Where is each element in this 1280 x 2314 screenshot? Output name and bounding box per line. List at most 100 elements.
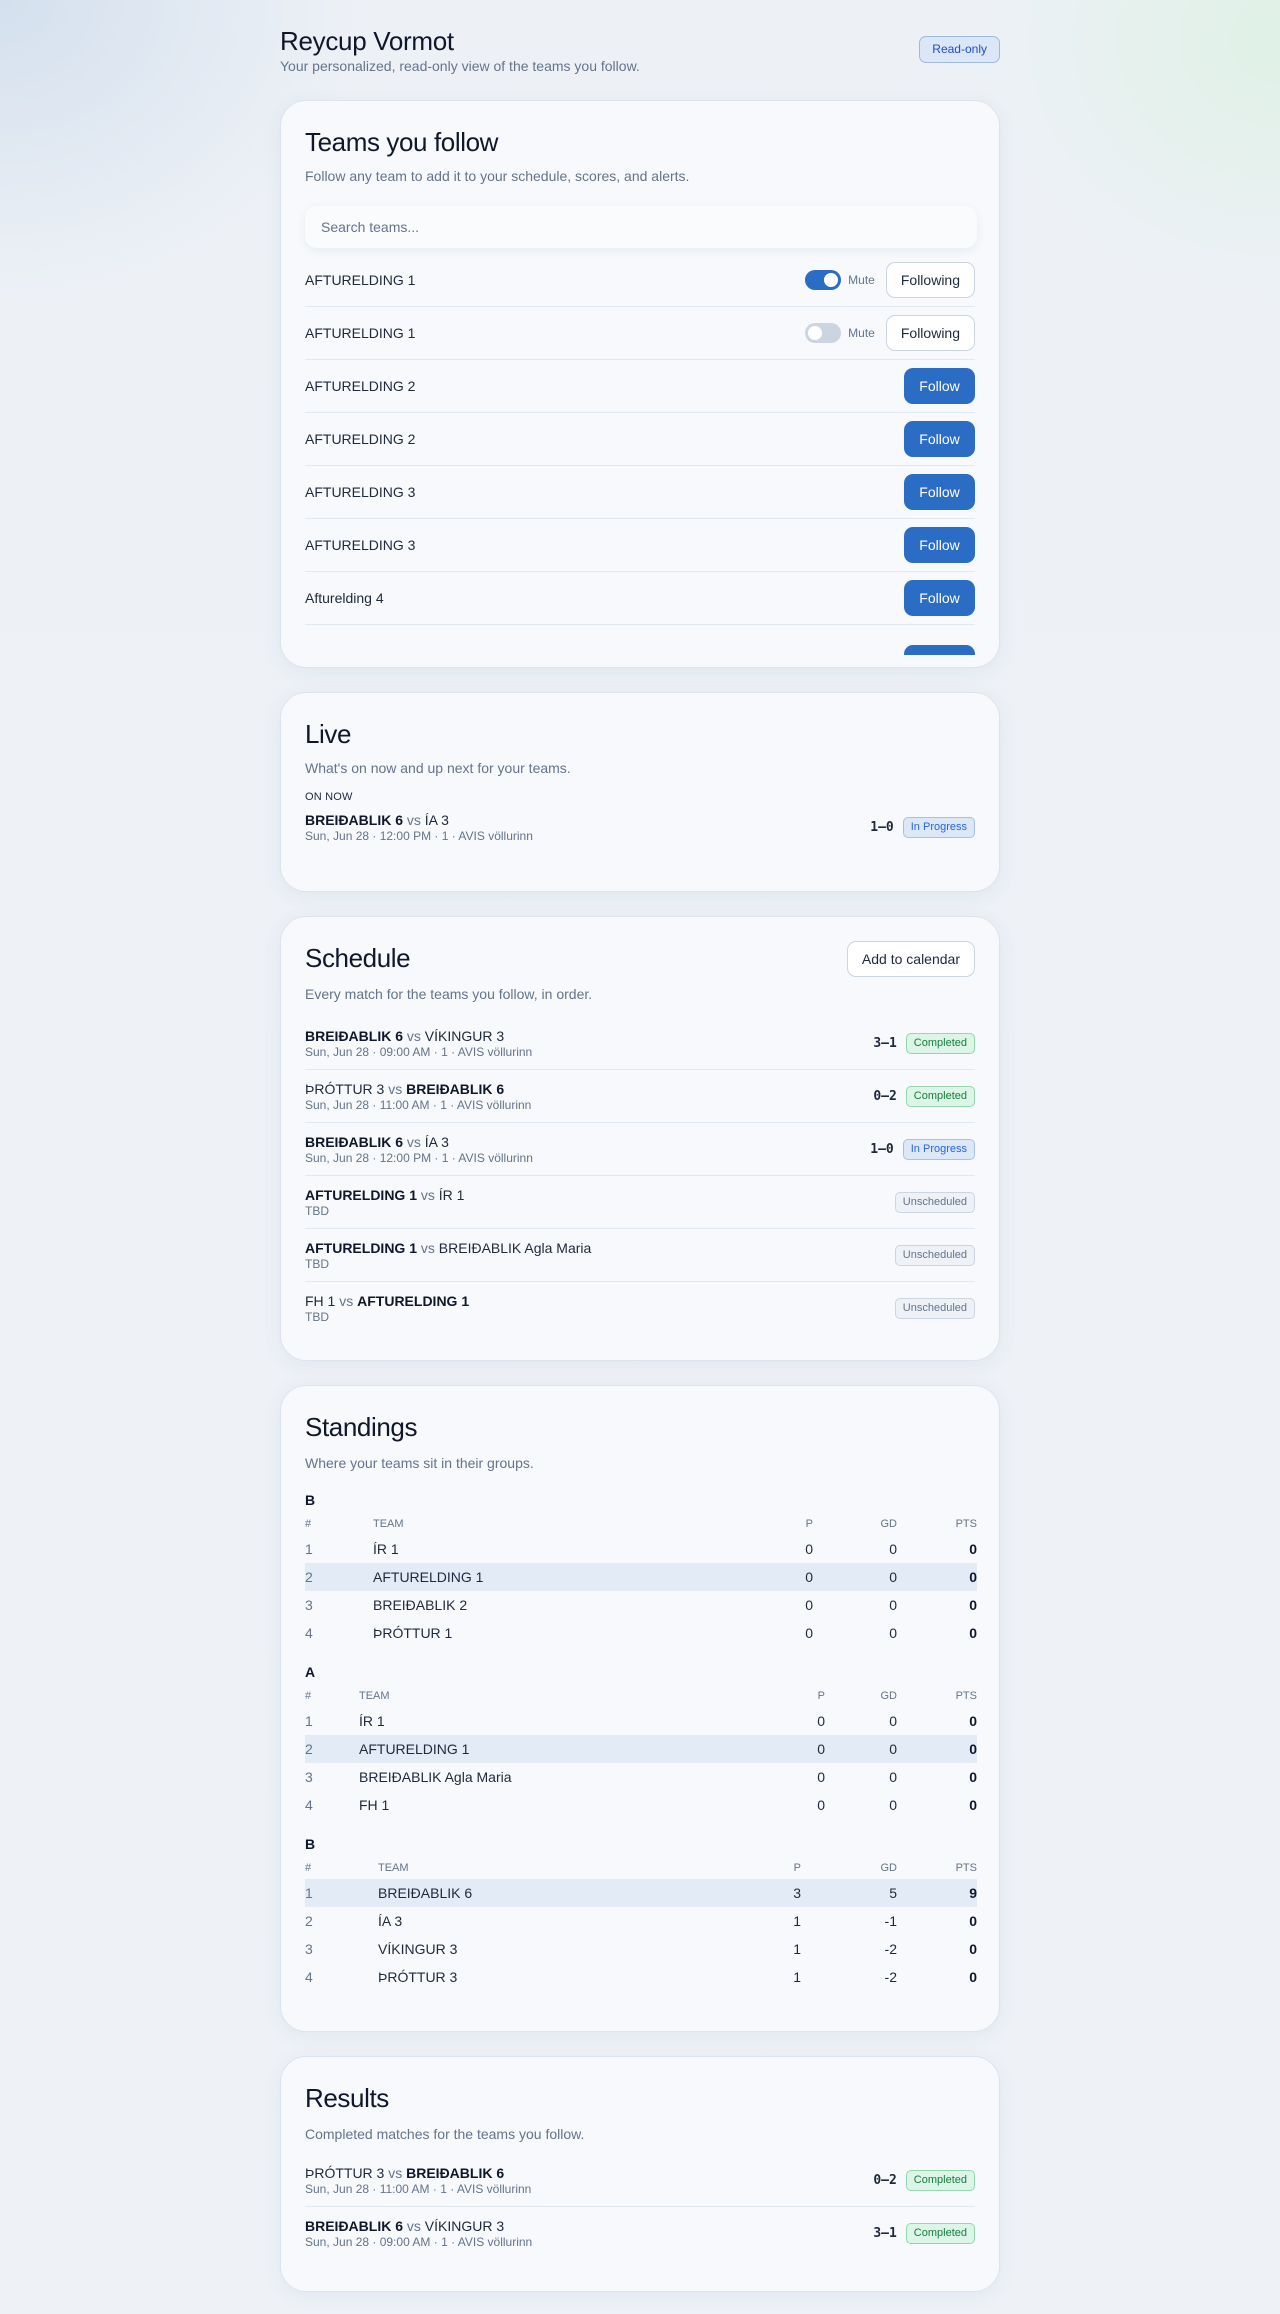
away-team: BREIÐABLIK 6 <box>406 1080 505 1097</box>
cell-rank: 2 <box>305 1913 313 1929</box>
group-name: B <box>305 1492 316 1508</box>
cell-team: ÍR 1 <box>373 1541 399 1557</box>
cell-gd: 0 <box>889 1597 897 1613</box>
cell-pts: 0 <box>969 1625 977 1641</box>
status-badge: Unscheduled <box>894 1244 975 1266</box>
cell-rank: 1 <box>305 1541 313 1557</box>
table-row: 1 ÍR 1 0 0 0 <box>305 1535 977 1563</box>
match-score: 1–0 <box>870 1141 894 1157</box>
cell-team: VÍKINGUR 3 <box>378 1941 458 1957</box>
cell-p: 0 <box>817 1797 825 1813</box>
table-row: 4 ÞRÓTTUR 3 1 -2 0 <box>305 1963 977 1991</box>
cell-pts: 0 <box>897 1735 977 1763</box>
match-meta: Sun, Jun 28 · 12:00 PM · 1 · AVIS völlur… <box>305 828 533 843</box>
away-team: ÍA 3 <box>424 1133 449 1150</box>
col-p: P <box>793 1862 801 1874</box>
results-subtitle: Completed matches for the teams you foll… <box>305 2126 585 2142</box>
cell-gd: 0 <box>889 1713 897 1729</box>
away-team: AFTURELDING 1 <box>357 1293 470 1309</box>
cell-p: 0 <box>753 1563 813 1591</box>
group-name: B <box>305 1836 316 1852</box>
result-row[interactable]: BREIÐABLIK 6 vs VÍKINGUR 3 Sun, Jun 28 ·… <box>305 2207 975 2260</box>
team-list[interactable]: AFTURELDING 1 Mute Following AFTURELDING… <box>305 254 975 655</box>
follow-button-clipped[interactable] <box>904 645 975 655</box>
cell-p: 0 <box>817 1769 825 1785</box>
table-row: 3 BREIÐABLIK 2 0 0 0 <box>305 1591 977 1619</box>
match-row[interactable]: FH 1 vs AFTURELDING 1 TBD Unscheduled <box>305 1282 975 1335</box>
col-pts: PTS <box>955 1862 977 1874</box>
cell-team: ÍA 3 <box>378 1913 403 1929</box>
following-button[interactable]: Following <box>885 262 975 298</box>
match-teams: BREIÐABLIK 6 vs VÍKINGUR 3 <box>305 1027 873 1045</box>
vs-text: vs <box>406 1133 421 1150</box>
read-only-badge: Read-only <box>919 36 1000 63</box>
search-input[interactable] <box>305 206 977 248</box>
col-pts: PTS <box>955 1690 977 1702</box>
vs-text: vs <box>406 1027 421 1044</box>
follow-button[interactable]: Follow <box>904 368 975 404</box>
match-row[interactable]: ÞRÓTTUR 3 vs BREIÐABLIK 6 Sun, Jun 28 · … <box>305 1070 975 1123</box>
team-row: AFTURELDING 1 Mute Following <box>305 307 975 360</box>
col-p: P <box>817 1690 825 1702</box>
vs-text: vs <box>420 1239 435 1256</box>
table-row: 4 FH 1 0 0 0 <box>305 1791 977 1819</box>
match-row[interactable]: BREIÐABLIK 6 vs VÍKINGUR 3 Sun, Jun 28 ·… <box>305 1017 975 1070</box>
status-badge: Completed <box>905 1085 975 1107</box>
match-row[interactable]: AFTURELDING 1 vs BREIÐABLIK Agla Maria T… <box>305 1229 975 1282</box>
cell-rank: 2 <box>305 1735 359 1763</box>
add-to-calendar-button[interactable]: Add to calendar <box>846 941 975 977</box>
standings-card: Standings Where your teams sit in their … <box>280 1385 1000 2032</box>
mute-toggle[interactable] <box>805 270 842 290</box>
follow-button[interactable]: Follow <box>904 421 975 457</box>
mute-label: Mute <box>848 273 875 287</box>
live-match-row[interactable]: BREIÐABLIK 6 vs ÍA 3 Sun, Jun 28 · 12:00… <box>305 803 975 851</box>
status-badge: Unscheduled <box>894 1298 975 1319</box>
match-score: 0–2 <box>873 1088 897 1104</box>
standings-subtitle: Where your teams sit in their groups. <box>305 1455 534 1471</box>
result-row[interactable]: ÞRÓTTUR 3 vs BREIÐABLIK 6 Sun, Jun 28 · … <box>305 2154 975 2207</box>
cell-rank: 2 <box>305 1563 373 1591</box>
match-row[interactable]: AFTURELDING 1 vs ÍR 1 TBD Unscheduled <box>305 1176 975 1229</box>
cell-pts: 0 <box>969 1541 977 1557</box>
match-info: BREIÐABLIK 6 vs ÍA 3 Sun, Jun 28 · 12:00… <box>305 811 870 844</box>
cell-gd: 0 <box>825 1735 897 1763</box>
cell-rank: 3 <box>305 1941 313 1957</box>
cell-pts: 0 <box>969 1941 977 1957</box>
following-button[interactable]: Following <box>885 315 975 351</box>
col-p: P <box>805 1518 813 1530</box>
col-rank: # <box>305 1862 312 1874</box>
cell-pts: 0 <box>969 1713 977 1729</box>
team-row-clipped <box>305 625 975 655</box>
cell-gd: 0 <box>813 1563 897 1591</box>
mute-toggle[interactable] <box>805 323 842 343</box>
mute-label: Mute <box>848 326 875 340</box>
page-header: Reycup Vormot Your personalized, read-on… <box>280 0 1000 100</box>
table-header: # TEAM P GD PTS <box>305 1857 977 1879</box>
follow-button[interactable]: Follow <box>904 527 975 563</box>
status-badge: Completed <box>905 1032 975 1054</box>
vs-text: vs <box>406 2218 421 2234</box>
team-row: Afturelding 4 Follow <box>305 572 975 625</box>
team-name: AFTURELDING 1 <box>305 325 416 341</box>
cell-gd: -2 <box>884 1969 897 1985</box>
table-row: 4 ÞRÓTTUR 1 0 0 0 <box>305 1619 977 1647</box>
status-badge: Completed <box>905 2223 975 2244</box>
match-row[interactable]: BREIÐABLIK 6 vs ÍA 3 Sun, Jun 28 · 12:00… <box>305 1123 975 1176</box>
cell-team: AFTURELDING 1 <box>359 1735 765 1763</box>
col-gd: GD <box>880 1518 898 1530</box>
live-card: Live What's on now and up next for your … <box>280 692 1000 892</box>
follow-button[interactable]: Follow <box>904 580 975 616</box>
table-row: 2 ÍA 3 1 -1 0 <box>305 1907 977 1935</box>
match-teams: FH 1 vs AFTURELDING 1 <box>305 1292 895 1310</box>
teams-subtitle: Follow any team to add it to your schedu… <box>305 168 690 184</box>
live-title: Live <box>305 719 352 749</box>
match-meta: TBD <box>305 1310 329 1324</box>
page: Reycup Vormot Your personalized, read-on… <box>280 0 1000 2292</box>
cell-p: 0 <box>765 1735 825 1763</box>
home-team: BREIÐABLIK 6 <box>305 1027 404 1044</box>
home-team: ÞRÓTTUR 3 <box>305 2164 385 2181</box>
teams-title: Teams you follow <box>305 127 499 157</box>
follow-button[interactable]: Follow <box>904 474 975 510</box>
cell-team: ÞRÓTTUR 1 <box>373 1625 453 1641</box>
cell-team: BREIÐABLIK 2 <box>373 1597 468 1613</box>
